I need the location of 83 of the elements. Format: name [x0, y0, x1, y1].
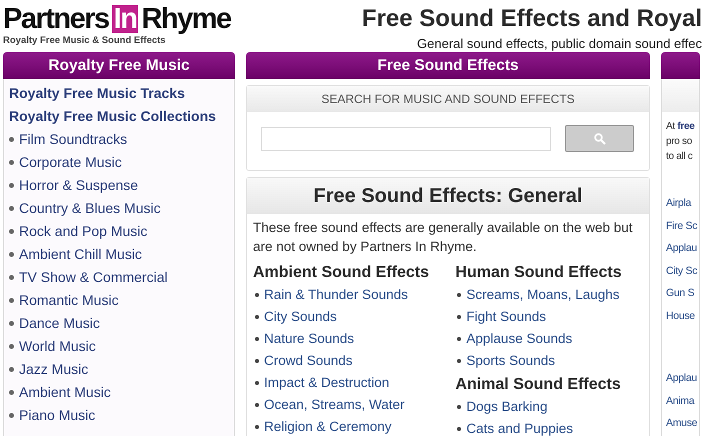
sidebar-item[interactable]: Film Soundtracks: [19, 128, 128, 151]
bullet-icon: [9, 298, 14, 303]
side-link[interactable]: Fire Sc: [666, 214, 698, 237]
bullet-icon: [457, 293, 462, 297]
category-link[interactable]: Crowd Sounds: [264, 350, 353, 372]
logo-text[interactable]: Rhyme: [141, 4, 231, 34]
side-link[interactable]: Applau: [666, 237, 697, 260]
bullet-icon: [255, 293, 259, 297]
sidebar-item[interactable]: Country & Blues Music: [19, 197, 161, 220]
category-link[interactable]: Screams, Moans, Laughs: [466, 284, 620, 306]
sidebar-item[interactable]: Ambient Music: [19, 381, 111, 404]
sidebar-item[interactable]: Horror & Suspense: [19, 174, 138, 197]
sidebar-item[interactable]: Dance Music: [19, 312, 100, 335]
side-link[interactable]: Anima: [666, 390, 694, 412]
search-icon: [594, 132, 606, 144]
bullet-icon: [9, 390, 14, 395]
bullet-icon: [9, 206, 14, 211]
side-link[interactable]: Gun S: [666, 282, 694, 304]
sidebar-item[interactable]: World Music: [19, 335, 96, 358]
bullet-icon: [457, 337, 462, 341]
section-title: Free Sound Effects: [246, 52, 650, 79]
side-link[interactable]: House: [666, 304, 695, 327]
side-link[interactable]: Amuse: [666, 412, 698, 434]
category-link[interactable]: Rain & Thunder Sounds: [264, 284, 408, 306]
category-heading: Ambient Sound Effects: [253, 263, 430, 283]
search-field[interactable]: [261, 126, 551, 150]
bullet-icon: [9, 344, 14, 349]
sidebar-item[interactable]: Corporate Music: [19, 151, 122, 174]
bullet-icon: [255, 315, 259, 319]
bullet-icon: [255, 381, 259, 385]
sidebar-link[interactable]: Royalty Free Music Tracks: [9, 82, 229, 105]
bullet-icon: [9, 160, 14, 165]
side-link[interactable]: Applau: [666, 367, 697, 390]
sidebar-item[interactable]: TV Show & Commercial: [19, 266, 168, 289]
logo-text[interactable]: Partners: [3, 4, 109, 34]
sidebar-item[interactable]: Ambient Chill Music: [19, 243, 142, 266]
intro-text: These free sound effects are generally available on the web but are not owned by Partners In Rhyme.: [252, 219, 634, 256]
bullet-icon: [457, 405, 462, 409]
bullet-icon: [255, 359, 259, 363]
category-link[interactable]: Sports Sounds: [466, 350, 555, 372]
bullet-icon: [9, 413, 14, 418]
page-title: Free Sound Effects and Royal: [362, 4, 702, 34]
category-link[interactable]: Applause Sounds: [466, 328, 572, 350]
logo-tagline: Royalty Free Music & Sound Effects: [3, 34, 167, 48]
side-link[interactable]: Airpla: [666, 192, 692, 214]
page-subtitle: General sound effects, public domain sound effec: [417, 35, 702, 53]
category-link[interactable]: Fight Sounds: [466, 306, 546, 328]
panel-title: Free Sound Effects: General: [247, 178, 649, 214]
bullet-icon: [9, 252, 14, 257]
intro-text: At free pro so to all c: [665, 120, 696, 164]
search-heading: SEARCH FOR MUSIC AND SOUND EFFECTS: [247, 86, 649, 112]
bullet-icon: [255, 403, 259, 407]
panel-header: [662, 79, 699, 112]
sidebar-item[interactable]: Rock and Pop Music: [19, 220, 148, 243]
section-header-bar: [661, 52, 700, 79]
category-link[interactable]: Dogs Barking: [466, 396, 548, 418]
category-link[interactable]: Ocean, Streams, Water: [264, 394, 405, 416]
bullet-icon: [9, 229, 14, 234]
side-link[interactable]: City Sc: [666, 260, 698, 282]
sidebar-item[interactable]: Jazz Music: [19, 358, 88, 381]
bullet-icon: [255, 425, 259, 429]
bullet-icon: [9, 321, 14, 326]
logo-badge[interactable]: In: [112, 5, 138, 33]
bullet-icon: [9, 183, 14, 188]
category-link[interactable]: Impact & Destruction: [264, 372, 390, 394]
category-link[interactable]: Cats and Puppies: [466, 418, 573, 436]
sidebar-item[interactable]: Romantic Music: [19, 289, 119, 312]
bullet-icon: [9, 367, 14, 372]
bullet-icon: [9, 275, 14, 280]
sidebar-item[interactable]: Piano Music: [19, 404, 96, 427]
category-heading: Human Sound Effects: [455, 263, 623, 283]
bullet-icon: [457, 427, 462, 431]
sidebar-title: Royalty Free Music: [3, 52, 235, 79]
search-button[interactable]: [565, 125, 634, 152]
bullet-icon: [457, 315, 462, 319]
category-link[interactable]: Religion & Ceremony: [264, 416, 392, 436]
bullet-icon: [255, 337, 259, 341]
bullet-icon: [9, 137, 14, 142]
sidebar-link[interactable]: Royalty Free Music Collections: [9, 105, 229, 128]
category-heading: Animal Sound Effects: [455, 375, 622, 395]
category-link[interactable]: Nature Sounds: [264, 328, 354, 350]
category-link[interactable]: City Sounds: [264, 306, 337, 328]
bullet-icon: [457, 359, 462, 363]
